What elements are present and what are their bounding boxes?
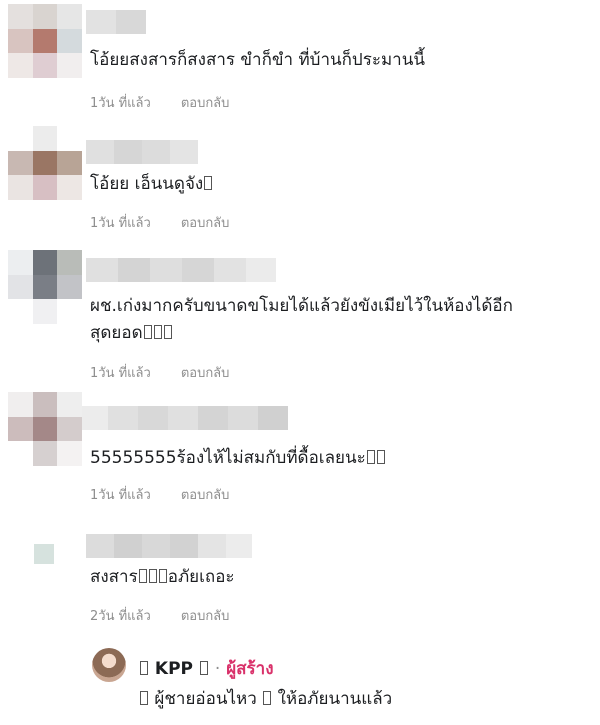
creator-name[interactable]: KPP: [155, 659, 193, 679]
reply-button[interactable]: ตอบกลับ: [181, 216, 230, 231]
comment-meta: 1วัน ที่แล้ว ตอบกลับ: [90, 484, 229, 505]
comment-time: 1วัน ที่แล้ว: [90, 366, 151, 381]
emoji-glyph: [143, 325, 152, 339]
comment-item: โอ้ยยสงสารก็สงสาร ขำก็ขำ ที่บ้านก็ประมาน…: [0, 0, 600, 115]
emoji-glyph: [138, 569, 147, 583]
comment-meta: 1วัน ที่แล้ว ตอบกลับ: [90, 92, 229, 113]
comment-item: สงสาร อภัยเถอะ 2วัน ที่แล้ว ตอบกลับ: [0, 520, 600, 630]
comment-time: 1วัน ที่แล้ว: [90, 488, 151, 503]
comment-meta: 2วัน ที่แล้ว ตอบกลับ: [90, 605, 229, 626]
comment-meta: 1วัน ที่แล้ว ตอบกลับ: [90, 362, 229, 383]
username-redacted[interactable]: [86, 534, 252, 558]
comment-item: 55555555ร้องไห้ไม่สมกับที่ดื้อเลยนะ 1วัน…: [0, 388, 600, 506]
emoji-glyph: [376, 450, 385, 464]
comment-text: โอ้ยย เอ็นนดูจัง: [90, 171, 595, 198]
avatar[interactable]: [8, 126, 82, 200]
username-redacted[interactable]: [86, 258, 276, 282]
username-redacted[interactable]: [86, 140, 198, 164]
reply-button[interactable]: ตอบกลับ: [181, 488, 230, 503]
creator-reply-header: KPP · ผู้สร้าง: [139, 655, 274, 682]
comment-time: 1วัน ที่แล้ว: [90, 216, 151, 231]
comment-text: โอ้ยยสงสารก็สงสาร ขำก็ขำ ที่บ้านก็ประมาน…: [90, 50, 425, 70]
reply-button[interactable]: ตอบกลับ: [181, 366, 230, 381]
comment-time: 1วัน ที่แล้ว: [90, 96, 151, 111]
comment-text: 55555555ร้องไห้ไม่สมกับที่ดื้อเลยนะ: [90, 445, 595, 472]
comment-meta: 1วัน ที่แล้ว ตอบกลับ: [90, 212, 229, 233]
avatar[interactable]: [8, 392, 82, 466]
emoji-glyph: [140, 691, 148, 705]
comment-text: ผช.เก่งมากครับขนาดขโมยได้แล้วยังขังเมียไ…: [90, 296, 513, 343]
emoji-glyph: [148, 569, 157, 583]
avatar[interactable]: [8, 4, 82, 78]
username-redacted[interactable]: [86, 10, 146, 34]
avatar[interactable]: [14, 524, 74, 584]
emoji-glyph: [163, 325, 172, 339]
comment-item: โอ้ยย เอ็นนดูจัง 1วัน ที่แล้ว ตอบกลับ: [0, 126, 600, 238]
emoji-glyph: [263, 691, 272, 705]
comment-item: ผช.เก่งมากครับขนาดขโมยได้แล้วยังขังเมียไ…: [0, 248, 600, 388]
emoji-glyph: [204, 176, 213, 190]
creator-badge: ผู้สร้าง: [226, 659, 274, 679]
comment-time: 2วัน ที่แล้ว: [90, 609, 151, 624]
username-redacted[interactable]: [82, 406, 288, 430]
creator-avatar[interactable]: [92, 648, 126, 682]
emoji-glyph: [199, 661, 208, 675]
reply-button[interactable]: ตอบกลับ: [181, 96, 230, 111]
creator-reply: KPP · ผู้สร้าง ผู้ชายอ่อนไหว ให้อภัยนานแ…: [92, 645, 592, 720]
comment-thread: โอ้ยยสงสารก็สงสาร ขำก็ขำ ที่บ้านก็ประมาน…: [0, 0, 600, 725]
reply-button[interactable]: ตอบกลับ: [181, 609, 230, 624]
emoji-glyph: [366, 450, 375, 464]
avatar[interactable]: [8, 250, 82, 324]
emoji-glyph: [158, 569, 167, 583]
comment-text: สงสาร อภัยเถอะ: [90, 567, 235, 587]
emoji-glyph: [140, 661, 148, 675]
creator-reply-text: ผู้ชายอ่อนไหว ให้อภัยนานแล้ว: [139, 685, 392, 712]
emoji-glyph: [153, 325, 162, 339]
separator-dot: ·: [214, 659, 221, 679]
